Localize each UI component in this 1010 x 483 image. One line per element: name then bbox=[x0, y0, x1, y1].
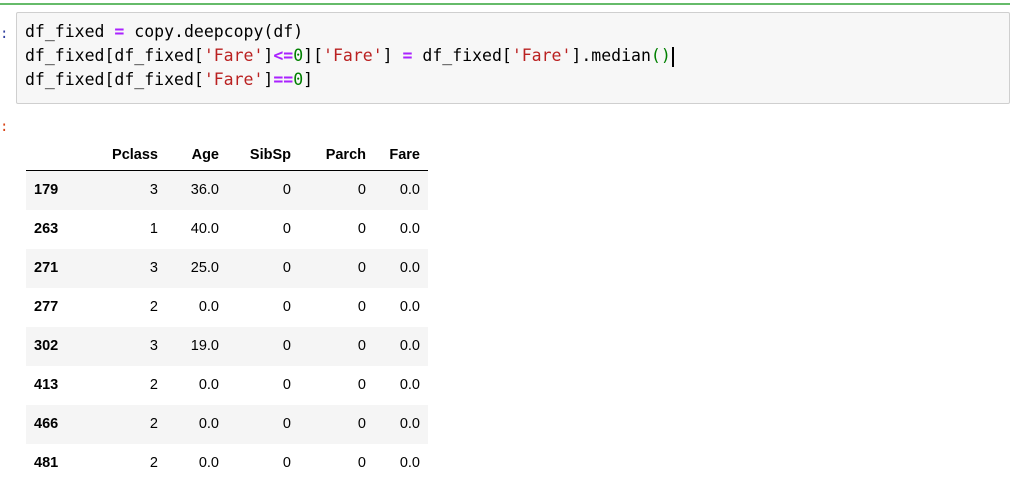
table-row: 46620.0000.0 bbox=[26, 405, 428, 444]
table-cell: 36.0 bbox=[166, 171, 227, 211]
code-input-area[interactable]: df_fixed = copy.deepcopy(df)df_fixed[df_… bbox=[16, 12, 1010, 104]
code-token: 'Fare' bbox=[204, 46, 264, 65]
table-cell: 0.0 bbox=[374, 288, 428, 327]
table-cell: 0 bbox=[227, 171, 299, 211]
code-token: df_fixed bbox=[25, 22, 114, 41]
table-cell: 0.0 bbox=[166, 366, 227, 405]
table-cell: 1 bbox=[90, 210, 166, 249]
table-cell: 0 bbox=[299, 405, 374, 444]
code-token: 'Fare' bbox=[323, 46, 383, 65]
table-row: 302319.0000.0 bbox=[26, 327, 428, 366]
text-cursor bbox=[672, 47, 674, 67]
selected-cell-indicator bbox=[0, 3, 1010, 5]
code-token: ] bbox=[303, 70, 313, 89]
table-cell: 0 bbox=[299, 210, 374, 249]
output-prompt: : bbox=[0, 117, 8, 137]
table-cell: 0.0 bbox=[374, 210, 428, 249]
code-token: 0 bbox=[293, 70, 303, 89]
row-index: 179 bbox=[26, 171, 90, 211]
code-token: copy.deepcopy(df) bbox=[124, 22, 303, 41]
code-token: <= bbox=[273, 46, 293, 65]
code-line: df_fixed[df_fixed['Fare']==0] bbox=[25, 68, 674, 92]
table-cell: 19.0 bbox=[166, 327, 227, 366]
code-token: df_fixed[df_fixed[ bbox=[25, 70, 204, 89]
table-row: 41320.0000.0 bbox=[26, 366, 428, 405]
code-token: ].median bbox=[571, 46, 650, 65]
table-cell: 0 bbox=[299, 444, 374, 483]
table-cell: 0 bbox=[227, 249, 299, 288]
code-token: ] bbox=[263, 46, 273, 65]
code-token: 'Fare' bbox=[204, 70, 264, 89]
table-cell: 0 bbox=[299, 171, 374, 211]
code-token: ] bbox=[383, 46, 403, 65]
table-cell: 2 bbox=[90, 444, 166, 483]
input-prompt: : bbox=[0, 24, 8, 44]
index-header bbox=[26, 140, 90, 171]
row-index: 263 bbox=[26, 210, 90, 249]
table-cell: 0 bbox=[227, 405, 299, 444]
row-index: 466 bbox=[26, 405, 90, 444]
column-header: SibSp bbox=[227, 140, 299, 171]
table-cell: 0.0 bbox=[374, 444, 428, 483]
code-token: 'Fare' bbox=[512, 46, 572, 65]
table-cell: 0 bbox=[299, 288, 374, 327]
table-cell: 0.0 bbox=[166, 405, 227, 444]
table-cell: 25.0 bbox=[166, 249, 227, 288]
code-editor[interactable]: df_fixed = copy.deepcopy(df)df_fixed[df_… bbox=[25, 20, 674, 92]
row-index: 271 bbox=[26, 249, 90, 288]
row-index: 481 bbox=[26, 444, 90, 483]
table-row: 179336.0000.0 bbox=[26, 171, 428, 211]
table-cell: 0.0 bbox=[166, 288, 227, 327]
table-cell: 40.0 bbox=[166, 210, 227, 249]
table-cell: 0.0 bbox=[374, 327, 428, 366]
code-token: = bbox=[114, 22, 124, 41]
table-cell: 2 bbox=[90, 405, 166, 444]
table-cell: 0.0 bbox=[166, 444, 227, 483]
output-area: PclassAgeSibSpParchFare 179336.0000.0263… bbox=[26, 140, 428, 483]
table-cell: 0 bbox=[299, 366, 374, 405]
code-token: ][ bbox=[303, 46, 323, 65]
table-cell: 3 bbox=[90, 327, 166, 366]
table-cell: 0 bbox=[227, 366, 299, 405]
table-cell: 0 bbox=[299, 249, 374, 288]
code-token: () bbox=[651, 46, 671, 65]
code-token: ] bbox=[263, 70, 273, 89]
dataframe-table: PclassAgeSibSpParchFare 179336.0000.0263… bbox=[26, 140, 428, 483]
table-cell: 0 bbox=[227, 288, 299, 327]
table-body: 179336.0000.0263140.0000.0271325.0000.02… bbox=[26, 171, 428, 483]
table-row: 271325.0000.0 bbox=[26, 249, 428, 288]
table-row: 263140.0000.0 bbox=[26, 210, 428, 249]
row-index: 413 bbox=[26, 366, 90, 405]
column-header: Age bbox=[166, 140, 227, 171]
table-row: 27720.0000.0 bbox=[26, 288, 428, 327]
code-token: 0 bbox=[293, 46, 303, 65]
table-cell: 0 bbox=[227, 210, 299, 249]
code-token: = bbox=[403, 46, 413, 65]
table-cell: 0.0 bbox=[374, 249, 428, 288]
table-cell: 3 bbox=[90, 249, 166, 288]
table-cell: 0.0 bbox=[374, 405, 428, 444]
table-cell: 0.0 bbox=[374, 366, 428, 405]
table-cell: 0 bbox=[299, 327, 374, 366]
column-header: Parch bbox=[299, 140, 374, 171]
table-cell: 2 bbox=[90, 366, 166, 405]
table-cell: 3 bbox=[90, 171, 166, 211]
code-token: df_fixed[df_fixed[ bbox=[25, 46, 204, 65]
code-token: == bbox=[273, 70, 293, 89]
code-token: df_fixed[ bbox=[412, 46, 511, 65]
row-index: 302 bbox=[26, 327, 90, 366]
table-cell: 0 bbox=[227, 327, 299, 366]
code-line: df_fixed[df_fixed['Fare']<=0]['Fare'] = … bbox=[25, 44, 674, 68]
table-header-row: PclassAgeSibSpParchFare bbox=[26, 140, 428, 171]
table-cell: 0.0 bbox=[374, 171, 428, 211]
code-line: df_fixed = copy.deepcopy(df) bbox=[25, 20, 674, 44]
table-cell: 0 bbox=[227, 444, 299, 483]
table-row: 48120.0000.0 bbox=[26, 444, 428, 483]
table-cell: 2 bbox=[90, 288, 166, 327]
column-header: Pclass bbox=[90, 140, 166, 171]
column-header: Fare bbox=[374, 140, 428, 171]
row-index: 277 bbox=[26, 288, 90, 327]
